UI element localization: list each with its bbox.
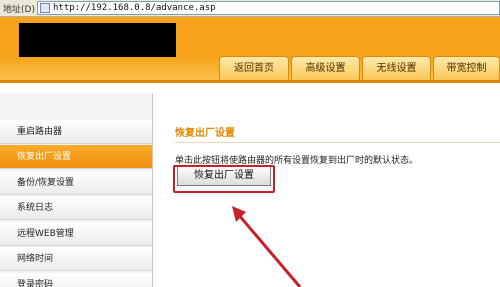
tab-home[interactable]: 返回首页 xyxy=(219,56,289,80)
logo xyxy=(19,23,176,57)
title-divider xyxy=(175,142,500,143)
url-field[interactable]: http://192.168.0.8/advance.asp xyxy=(37,1,500,15)
tab-wireless-settings[interactable]: 无线设置 xyxy=(362,56,431,80)
address-bar: 地址(D) http://192.168.0.8/advance.asp xyxy=(0,0,500,17)
sidebar: 重启路由器 恢复出厂设置 备份/恢复设置 系统日志 远程WEB管理 网络时间 登… xyxy=(0,93,153,287)
sidebar-item-system-log[interactable]: 系统日志 xyxy=(0,196,152,220)
page-title: 恢复出厂设置 xyxy=(175,128,235,139)
sidebar-item-login-password[interactable]: 登录密码 xyxy=(0,273,152,287)
tab-bandwidth-control[interactable]: 带宽控制 xyxy=(433,56,500,80)
sidebar-item-network-time[interactable]: 网络时间 xyxy=(0,247,152,271)
page-icon xyxy=(40,3,50,13)
highlight-box xyxy=(173,165,275,193)
url-text: http://192.168.0.8/advance.asp xyxy=(53,3,216,13)
header-divider xyxy=(0,80,500,83)
sidebar-item-factory-reset[interactable]: 恢复出厂设置 xyxy=(0,145,152,169)
tab-advanced-settings[interactable]: 高级设置 xyxy=(291,56,360,80)
address-label: 地址(D) xyxy=(3,5,35,15)
sidebar-item-reboot[interactable]: 重启路由器 xyxy=(0,120,152,144)
sidebar-item-remote-web[interactable]: 远程WEB管理 xyxy=(0,222,152,246)
header-banner: 返回首页 高级设置 无线设置 带宽控制 xyxy=(0,17,500,80)
sidebar-item-backup-restore[interactable]: 备份/恢复设置 xyxy=(0,171,152,195)
